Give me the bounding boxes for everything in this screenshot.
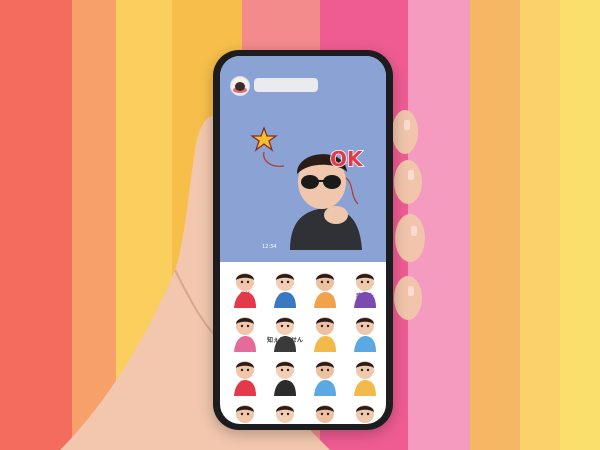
sticker-thumbnail[interactable]	[306, 268, 344, 308]
sticker-thumbnail[interactable]: 疲れた	[346, 268, 384, 308]
sticker-thumbnail[interactable]	[346, 312, 384, 352]
sticker-label: 疲れた	[355, 293, 374, 300]
sticker-thumbnail[interactable]	[226, 312, 264, 352]
sticker-label: だめ	[278, 293, 291, 300]
sticker-thumbnail[interactable]: え!?	[226, 356, 264, 396]
sticker-label: OK	[240, 291, 250, 298]
sticker-thumbnail[interactable]	[346, 356, 384, 396]
sticker-thumbnail[interactable]	[346, 400, 384, 424]
sticker-thumbnail[interactable]: だめ	[266, 268, 304, 308]
sticker-thumbnail[interactable]: OK	[226, 268, 264, 308]
stripe	[470, 0, 520, 450]
message-timestamp: 12:34	[262, 244, 277, 250]
contact-name-placeholder	[254, 78, 318, 92]
sticker-thumbnail[interactable]	[306, 356, 344, 396]
stripe	[72, 0, 116, 450]
phone-screen: OK 12:34 OK だめ 疲れた知ぇみ…せんえ!?	[220, 56, 386, 424]
stripe	[520, 0, 560, 450]
sticker-thumbnail[interactable]	[226, 400, 264, 424]
stripe	[116, 0, 172, 450]
sticker-thumbnail[interactable]	[266, 400, 304, 424]
sticker-thumbnail[interactable]: 知ぇみ…せん	[266, 312, 304, 352]
stripe	[560, 0, 600, 450]
sticker-thumbnail[interactable]	[266, 356, 304, 396]
stripe	[408, 0, 470, 450]
sticker-grid: OK だめ 疲れた知ぇみ…せんえ!?	[226, 268, 386, 424]
avatar[interactable]	[230, 76, 250, 96]
sticker-ok-text: OK	[330, 147, 364, 171]
stripe	[0, 0, 72, 450]
sticker-thumbnail[interactable]	[306, 400, 344, 424]
sticker-thumbnail[interactable]	[306, 312, 344, 352]
chat-area: OK 12:34	[220, 56, 386, 262]
ok-sticker[interactable]: OK	[250, 120, 380, 250]
sticker-label: え!?	[238, 381, 252, 388]
star-icon	[250, 126, 279, 152]
sticker-label: 知ぇみ…せん	[266, 337, 303, 344]
